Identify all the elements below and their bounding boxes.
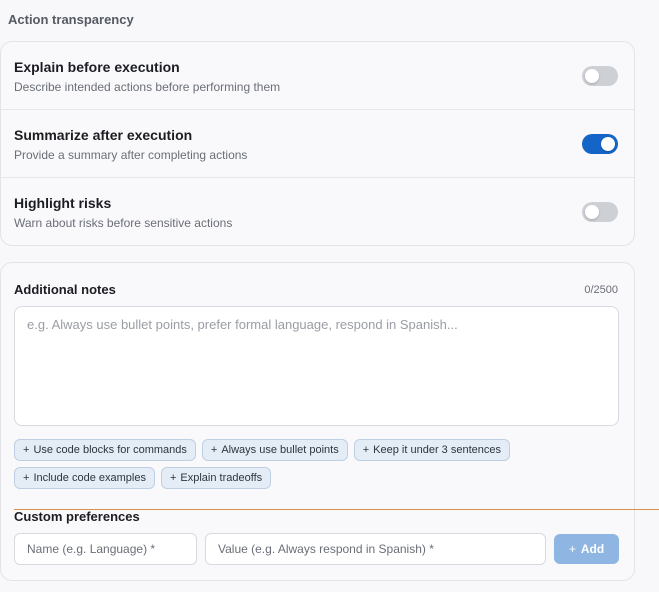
suggestion-chip[interactable]: + Include code examples — [14, 467, 155, 489]
section-title: Action transparency — [8, 12, 134, 27]
setting-title: Highlight risks — [14, 195, 112, 211]
highlight-risks-toggle[interactable] — [582, 202, 618, 222]
setting-row-risks: Highlight risks Warn about risks before … — [1, 178, 634, 246]
suggestion-chip[interactable]: + Explain tradeoffs — [160, 467, 272, 489]
suggestion-chip[interactable]: + Keep it under 3 sentences — [353, 439, 510, 461]
setting-title: Summarize after execution — [14, 127, 193, 143]
chip-label: Use code blocks for commands — [33, 444, 187, 456]
preference-value-input[interactable] — [205, 533, 546, 565]
drop-indicator-line — [14, 509, 659, 510]
custom-preferences-label: Custom preferences — [14, 509, 140, 524]
toggle-knob — [585, 69, 599, 83]
plus-icon: + — [23, 444, 30, 456]
plus-icon: + — [362, 444, 370, 456]
chip-label: Explain tradeoffs — [180, 472, 263, 484]
setting-description: Provide a summary after completing actio… — [14, 148, 248, 162]
setting-row-explain: Explain before execution Describe intend… — [1, 42, 634, 110]
suggestion-chips: + Use code blocks for commands + Always us… — [14, 439, 574, 489]
transparency-settings-card: Explain before execution Describe intend… — [0, 41, 635, 246]
chip-label: Keep it under 3 sentences — [373, 444, 501, 456]
setting-description: Warn about risks before sensitive action… — [14, 216, 233, 230]
summarize-after-execution-toggle[interactable] — [582, 134, 618, 154]
additional-notes-card: Additional notes 0/2500 +Use code blocks… — [0, 262, 635, 581]
setting-row-summarize: Summarize after execution Provide a summ… — [1, 110, 634, 178]
setting-title: Explain before execution — [14, 59, 180, 75]
add-preference-button[interactable]: + Add — [554, 534, 619, 564]
toggle-knob — [601, 137, 615, 151]
suggestion-chip[interactable]: + Use code blocks for commands — [14, 439, 196, 461]
explain-before-execution-toggle[interactable] — [582, 66, 618, 86]
add-button-label: Add — [580, 542, 605, 556]
suggestion-chip[interactable]: + Always use bullet points — [201, 439, 348, 461]
plus-icon: + — [210, 444, 218, 456]
chip-label: Always use bullet points — [221, 444, 339, 456]
plus-icon: + — [568, 542, 576, 556]
toggle-knob — [585, 205, 599, 219]
plus-icon: + — [23, 472, 30, 484]
character-count: 0/2500 — [584, 284, 618, 296]
setting-description: Describe intended actions before perform… — [14, 80, 281, 94]
chip-label: Include code examples — [33, 472, 146, 484]
preference-name-input[interactable] — [14, 533, 197, 565]
plus-icon: + — [169, 472, 177, 484]
additional-notes-textarea[interactable] — [14, 306, 619, 426]
additional-notes-label: Additional notes — [14, 282, 116, 297]
